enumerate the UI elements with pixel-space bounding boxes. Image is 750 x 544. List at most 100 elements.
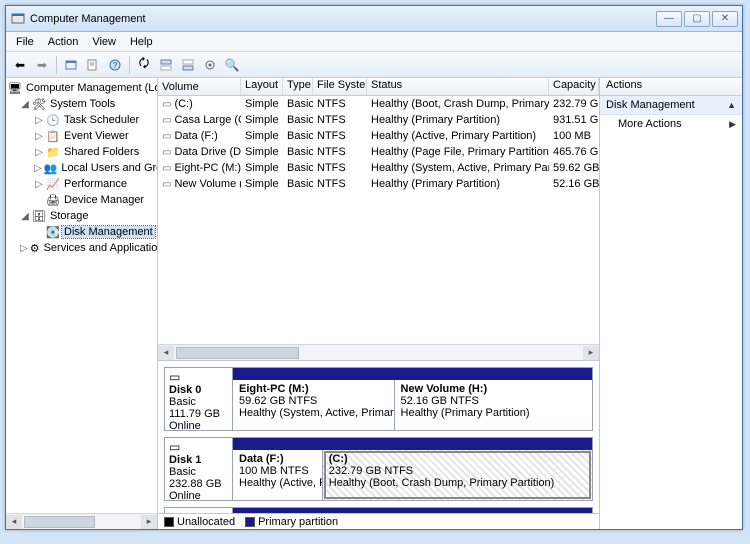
tree-label: System Tools bbox=[48, 98, 117, 110]
disk-graphical-view[interactable]: ▭Disk 0Basic111.79 GBOnlineEight-PC (M:)… bbox=[158, 360, 599, 513]
find-button[interactable]: 🔍 bbox=[222, 55, 242, 75]
expand-icon[interactable]: ▷ bbox=[34, 131, 44, 142]
window-buttons: — ▢ ✕ bbox=[656, 11, 738, 27]
col-filesystem[interactable]: File System bbox=[313, 78, 367, 95]
drive-icon: ▭ bbox=[162, 163, 171, 174]
minimize-button[interactable]: — bbox=[656, 11, 682, 27]
scroll-track[interactable] bbox=[22, 515, 141, 529]
volume-capacity: 232.79 GB bbox=[549, 98, 599, 110]
maximize-button[interactable]: ▢ bbox=[684, 11, 710, 27]
storage-icon: 🗄 bbox=[32, 209, 46, 223]
expand-icon[interactable]: ▷ bbox=[34, 115, 44, 126]
partition[interactable]: Data (F:)100 MB NTFSHealthy (Active, Pr bbox=[233, 450, 323, 500]
help-button[interactable]: ? bbox=[105, 55, 125, 75]
partition-bar bbox=[233, 438, 592, 450]
tree-label: Services and Applications bbox=[42, 242, 158, 254]
legend-primary: Primary partition bbox=[245, 516, 338, 528]
volume-list[interactable]: ▭(C:)SimpleBasicNTFSHealthy (Boot, Crash… bbox=[158, 96, 599, 192]
disk-row[interactable]: ▭Disk 1Basic232.88 GBOnlineData (F:)100 … bbox=[164, 437, 593, 501]
volume-row[interactable]: ▭New Volume (H:)SimpleBasicNTFSHealthy (… bbox=[158, 176, 599, 192]
tree-services-apps[interactable]: ▷ ⚙ Services and Applications bbox=[8, 240, 155, 256]
col-capacity[interactable]: Capacity bbox=[549, 78, 599, 95]
volume-layout: Simple bbox=[241, 98, 283, 110]
properties-button[interactable] bbox=[83, 55, 103, 75]
tree-disk-management[interactable]: 💽 Disk Management bbox=[8, 224, 155, 240]
expand-icon[interactable]: ▷ bbox=[20, 243, 28, 254]
refresh-button[interactable]: 🗘 bbox=[134, 55, 154, 75]
tree-shared-folders[interactable]: ▷ 📁 Shared Folders bbox=[8, 144, 155, 160]
partition-bar bbox=[233, 508, 592, 513]
partition[interactable]: (C:)232.79 GB NTFSHealthy (Boot, Crash D… bbox=[323, 450, 592, 500]
tree-label: Computer Management (Local bbox=[24, 82, 158, 94]
volume-row[interactable]: ▭Casa Large (G:)SimpleBasicNTFSHealthy (… bbox=[158, 112, 599, 128]
scroll-thumb[interactable] bbox=[24, 516, 95, 528]
back-button[interactable]: ⬅ bbox=[10, 55, 30, 75]
volume-row[interactable]: ▭Eight-PC (M:)SimpleBasicNTFSHealthy (Sy… bbox=[158, 160, 599, 176]
volume-horizontal-scrollbar[interactable]: ◂ ▸ bbox=[158, 344, 599, 360]
scroll-thumb[interactable] bbox=[176, 347, 299, 359]
volume-capacity: 931.51 GB bbox=[549, 114, 599, 126]
col-status[interactable]: Status bbox=[367, 78, 549, 95]
disk-size: 232.88 GB bbox=[169, 478, 228, 490]
volume-capacity: 465.76 GB bbox=[549, 146, 599, 158]
volume-layout: Simple bbox=[241, 178, 283, 190]
menu-action[interactable]: Action bbox=[42, 34, 85, 50]
tree-pane[interactable]: 🖥 Computer Management (Local ◢ 🛠 System … bbox=[6, 78, 158, 529]
expand-icon[interactable]: ▷ bbox=[34, 163, 42, 174]
menu-help[interactable]: Help bbox=[124, 34, 159, 50]
tree-label: Disk Management bbox=[62, 226, 155, 238]
scroll-track[interactable] bbox=[174, 346, 583, 360]
view-bottom-button[interactable] bbox=[178, 55, 198, 75]
partition[interactable]: New Volume (H:)52.16 GB NTFSHealthy (Pri… bbox=[395, 380, 592, 430]
device-icon: 🖨 bbox=[46, 193, 60, 207]
partitions: Data (F:)100 MB NTFSHealthy (Active, Pr(… bbox=[233, 450, 592, 500]
tree-horizontal-scrollbar[interactable]: ◂ ▸ bbox=[6, 513, 157, 529]
tree-label: Event Viewer bbox=[62, 130, 131, 142]
volume-name: Data Drive (D:) bbox=[174, 146, 241, 158]
disk-row[interactable]: ▭Disk 0Basic111.79 GBOnlineEight-PC (M:)… bbox=[164, 367, 593, 431]
scroll-right-button[interactable]: ▸ bbox=[583, 346, 599, 360]
close-button[interactable]: ✕ bbox=[712, 11, 738, 27]
collapse-icon[interactable]: ◢ bbox=[20, 211, 30, 222]
menu-file[interactable]: File bbox=[10, 34, 40, 50]
partition-title: New Volume (H:) bbox=[401, 383, 586, 395]
volume-row[interactable]: ▭(C:)SimpleBasicNTFSHealthy (Boot, Crash… bbox=[158, 96, 599, 112]
partition[interactable]: Eight-PC (M:)59.62 GB NTFSHealthy (Syste… bbox=[233, 380, 395, 430]
scroll-left-button[interactable]: ◂ bbox=[158, 346, 174, 360]
partition-status: Healthy (Active, Pr bbox=[239, 477, 316, 489]
disk-row[interactable]: ▭Disk 2Basic465.76 GBOnlineData Drive (D… bbox=[164, 507, 593, 513]
volume-row[interactable]: ▭Data (F:)SimpleBasicNTFSHealthy (Active… bbox=[158, 128, 599, 144]
tree-task-scheduler[interactable]: ▷ 🕒 Task Scheduler bbox=[8, 112, 155, 128]
view-top-button[interactable] bbox=[156, 55, 176, 75]
tree-root[interactable]: 🖥 Computer Management (Local bbox=[8, 80, 155, 96]
scroll-left-button[interactable]: ◂ bbox=[6, 515, 22, 529]
volume-layout: Simple bbox=[241, 130, 283, 142]
partition-size: 52.16 GB NTFS bbox=[401, 395, 586, 407]
partition-size: 232.79 GB NTFS bbox=[329, 465, 586, 477]
col-type[interactable]: Type bbox=[283, 78, 313, 95]
partition-wrap: Data Drive (D:)465.76 GB NTFSHealthy (Pa… bbox=[233, 508, 592, 513]
tree-device-manager[interactable]: 🖨 Device Manager bbox=[8, 192, 155, 208]
tree-local-users[interactable]: ▷ 👥 Local Users and Groups bbox=[8, 160, 155, 176]
up-button[interactable] bbox=[61, 55, 81, 75]
tree-event-viewer[interactable]: ▷ 📋 Event Viewer bbox=[8, 128, 155, 144]
volume-row[interactable]: ▭Data Drive (D:)SimpleBasicNTFSHealthy (… bbox=[158, 144, 599, 160]
expand-icon[interactable]: ▷ bbox=[34, 147, 44, 158]
titlebar[interactable]: Computer Management — ▢ ✕ bbox=[6, 6, 742, 32]
expand-icon[interactable]: ▷ bbox=[34, 179, 44, 190]
volume-status: Healthy (Primary Partition) bbox=[367, 114, 549, 126]
tree-performance[interactable]: ▷ 📈 Performance bbox=[8, 176, 155, 192]
collapse-icon[interactable]: ◢ bbox=[20, 99, 30, 110]
tree-storage[interactable]: ◢ 🗄 Storage bbox=[8, 208, 155, 224]
actions-section[interactable]: Disk Management ▲ bbox=[600, 96, 742, 115]
col-layout[interactable]: Layout bbox=[241, 78, 283, 95]
action-more-actions[interactable]: More Actions ▶ bbox=[600, 115, 742, 133]
volume-filesystem: NTFS bbox=[313, 162, 367, 174]
col-volume[interactable]: Volume bbox=[158, 78, 241, 95]
menu-view[interactable]: View bbox=[86, 34, 122, 50]
tree-label: Storage bbox=[48, 210, 91, 222]
scroll-right-button[interactable]: ▸ bbox=[141, 515, 157, 529]
settings-button[interactable] bbox=[200, 55, 220, 75]
forward-button[interactable]: ➡ bbox=[32, 55, 52, 75]
tree-system-tools[interactable]: ◢ 🛠 System Tools bbox=[8, 96, 155, 112]
